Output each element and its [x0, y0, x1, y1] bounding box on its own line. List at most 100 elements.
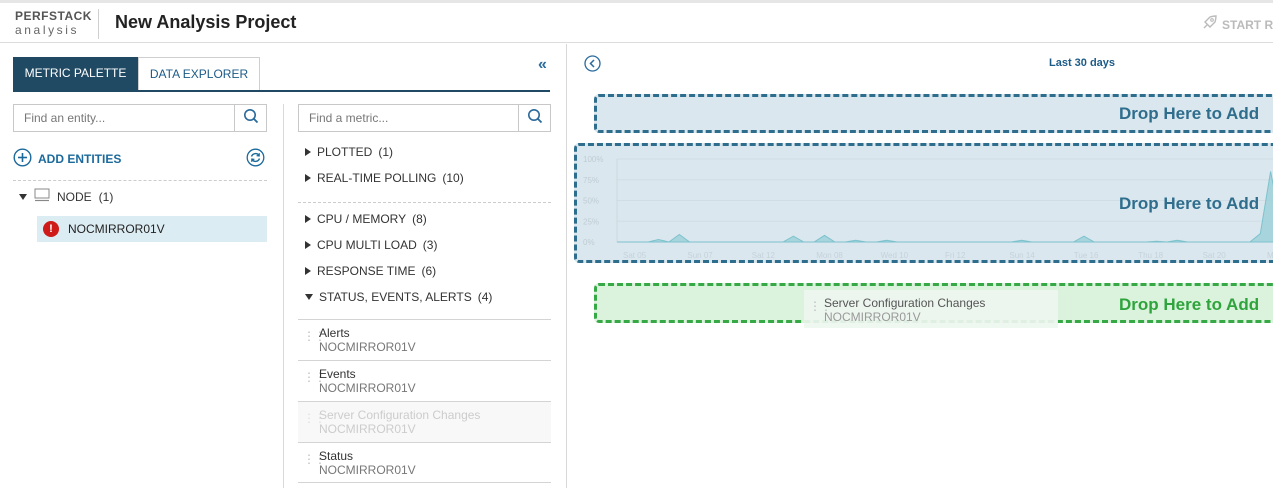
tab-bar: METRIC PALETTE DATA EXPLORER: [13, 57, 550, 92]
chart-x-tick-label: Sat 12: [752, 251, 776, 260]
chart-x-tick-label: Wed 10: [881, 251, 909, 260]
entity-name: NOCMIRROR01V: [68, 222, 165, 236]
add-entities-button[interactable]: ADD ENTITIES: [13, 148, 121, 170]
metric-name: Server Configuration Changes: [319, 408, 481, 422]
category-cpu-memory[interactable]: CPU / MEMORY (8): [305, 212, 427, 226]
category-plotted[interactable]: PLOTTED (1): [305, 145, 393, 159]
category-count: (1): [378, 145, 394, 159]
search-icon: [243, 108, 259, 129]
category-count: (4): [477, 290, 493, 304]
metric-entity: NOCMIRROR01V: [319, 463, 416, 477]
logo-text-bottom: analysis: [15, 23, 80, 37]
chart-y-tick-label: 100%: [583, 155, 603, 164]
entity-item[interactable]: ! NOCMIRROR01V: [37, 216, 267, 242]
metric-search-button[interactable]: [518, 105, 550, 131]
add-entities-label: ADD ENTITIES: [38, 152, 122, 166]
chart-x-tick-label: Mon 08: [816, 251, 843, 260]
chart-y-tick-label: 25%: [583, 217, 599, 226]
category-count: (8): [412, 212, 427, 226]
metric-name: Status: [319, 449, 354, 463]
chart-y-tick-label: 0%: [583, 238, 595, 247]
plus-circle-icon: [13, 148, 32, 170]
refresh-entities-button[interactable]: [246, 148, 265, 172]
back-button[interactable]: [584, 55, 601, 77]
metric-item-alerts[interactable]: ⋮⋮ Alerts NOCMIRROR01V: [298, 319, 551, 360]
expand-arrow-icon: [305, 174, 311, 182]
metric-item-events[interactable]: ⋮⋮ Events NOCMIRROR01V: [298, 360, 551, 401]
perfstack-logo[interactable]: PERFSTACK analysis: [15, 9, 99, 39]
refresh-icon: [246, 148, 265, 171]
category-label: CPU / MEMORY: [317, 212, 407, 226]
time-range-label[interactable]: Last 30 days: [1049, 57, 1115, 69]
logo-text-top: PERFSTACK: [15, 9, 92, 23]
expand-arrow-icon: [305, 215, 311, 223]
category-label: RESPONSE TIME: [317, 264, 416, 278]
metric-entity: NOCMIRROR01V: [319, 422, 416, 436]
drop-zone-label: Drop Here to Add: [1119, 104, 1260, 123]
metric-name: Events: [319, 367, 356, 381]
start-label: START R: [1222, 17, 1273, 32]
chart-y-tick-label: 50%: [583, 197, 599, 206]
critical-status-icon: !: [43, 221, 59, 237]
metric-entity: NOCMIRROR01V: [319, 340, 416, 354]
chart-x-tick-label: Fri 12: [945, 251, 966, 260]
drop-zone-chart[interactable]: 100% 75% 50% 25% 0% Sat 05 Sun 07 Sat 12 Mon 08…: [574, 143, 1273, 263]
metric-item-server-configuration-changes[interactable]: ⋮⋮ Server Configuration Changes NOCMIRRO…: [298, 401, 551, 442]
tab-metric-palette[interactable]: METRIC PALETTE: [13, 57, 138, 90]
metric-search-input[interactable]: [299, 105, 518, 131]
drag-preview: ⋮⋮ Server Configuration Changes NOCMIRRO…: [804, 290, 1058, 328]
category-status-events-alerts[interactable]: STATUS, EVENTS, ALERTS (4): [305, 290, 492, 304]
chart-y-tick-label: 75%: [583, 176, 599, 185]
node-group[interactable]: NODE (1): [19, 188, 113, 205]
page-title: New Analysis Project: [115, 12, 297, 32]
chart-x-tick-label: Mon 22: [1267, 251, 1273, 260]
category-label: REAL-TIME POLLING: [317, 171, 437, 185]
entity-search-input[interactable]: [14, 105, 234, 131]
chart-x-tick-label: Sun 14: [1009, 251, 1035, 260]
chart-x-labels: Sat 05 Sun 07 Sat 12 Mon 08 Wed 10 Fri 12 Sun …: [623, 251, 1273, 260]
expand-arrow-icon[interactable]: [19, 193, 27, 200]
node-group-label: NODE: [57, 189, 92, 204]
search-icon: [527, 108, 543, 129]
metric-item-status[interactable]: ⋮⋮ Status NOCMIRROR01V: [298, 442, 551, 483]
category-label: PLOTTED: [317, 145, 373, 159]
expand-arrow-icon: [305, 241, 311, 249]
category-label: STATUS, EVENTS, ALERTS: [319, 290, 472, 304]
metric-palette-panel: METRIC PALETTE DATA EXPLORER « ADD ENTIT…: [0, 44, 567, 488]
node-group-count: (1): [98, 189, 114, 204]
chart-y-labels: 100% 75% 50% 25% 0%: [583, 155, 603, 247]
computer-icon: [34, 188, 50, 205]
category-real-time-polling[interactable]: REAL-TIME POLLING (10): [305, 171, 464, 185]
column-divider: [283, 104, 284, 488]
entity-separator: [13, 180, 267, 181]
rocket-icon: [1200, 14, 1218, 35]
category-count: (10): [442, 171, 464, 185]
chart-x-tick-label: Tue 16: [1074, 251, 1099, 260]
metric-entity: NOCMIRROR01V: [319, 381, 416, 395]
drop-zone-label: Drop Here to Add: [1119, 295, 1260, 314]
metric-name: Alerts: [319, 326, 350, 340]
metric-search: [298, 104, 551, 132]
drop-zone-label: Drop Here to Add: [1119, 194, 1260, 213]
chart-x-tick-label: Thu 18: [1138, 251, 1163, 260]
category-cpu-multi-load[interactable]: CPU MULTI LOAD (3): [305, 238, 437, 252]
chart-x-tick-label: Sun 07: [687, 251, 713, 260]
category-count: (3): [422, 238, 438, 252]
entity-search-button[interactable]: [234, 105, 266, 131]
tab-data-explorer[interactable]: DATA EXPLORER: [138, 57, 260, 90]
app-header: PERFSTACK analysis New Analysis Project …: [0, 3, 1273, 43]
chart-x-tick-label: Sat 05: [623, 251, 647, 260]
category-label: CPU MULTI LOAD: [317, 238, 417, 252]
drop-zone-top[interactable]: Drop Here to Add: [594, 94, 1273, 133]
drag-preview-entity: NOCMIRROR01V: [824, 310, 921, 324]
chevron-left-circle-icon: [584, 55, 601, 76]
category-count: (6): [421, 264, 437, 278]
collapse-panel-icon[interactable]: «: [538, 56, 547, 74]
expand-arrow-icon: [305, 267, 311, 275]
category-separator: [298, 202, 551, 203]
chart-x-tick-label: Sat 20: [1203, 251, 1227, 260]
collapse-arrow-icon: [305, 294, 313, 300]
entity-search: [13, 104, 267, 132]
start-button[interactable]: START R: [1200, 14, 1273, 35]
category-response-time[interactable]: RESPONSE TIME (6): [305, 264, 436, 278]
